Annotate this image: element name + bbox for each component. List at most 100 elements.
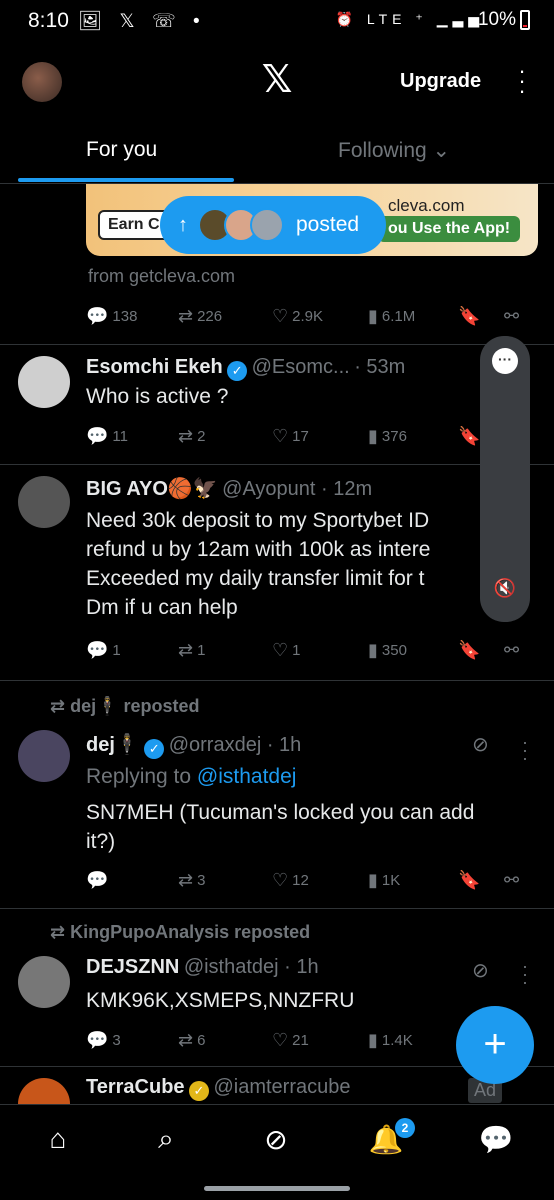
repost-button[interactable]: ⇄ 2 bbox=[178, 426, 205, 447]
views-button[interactable]: ▮ 376 bbox=[368, 426, 407, 447]
tab-following[interactable]: Following ⌄ bbox=[338, 138, 450, 163]
home-icon[interactable]: ⌂ bbox=[38, 1123, 78, 1155]
gesture-bar bbox=[204, 1186, 350, 1191]
bookmark-button[interactable]: 🔖 bbox=[458, 640, 480, 661]
reply-button[interactable]: 💬 bbox=[86, 870, 112, 891]
author-name[interactable]: DEJSZNN bbox=[86, 956, 179, 978]
grok-icon[interactable]: ⊘ bbox=[472, 958, 489, 983]
tab-for-you[interactable]: For you bbox=[86, 138, 157, 162]
divider bbox=[0, 908, 554, 909]
share-button[interactable]: ⚯ bbox=[504, 306, 519, 327]
post-header: dej🕴 ✓ @orraxdej · 1h bbox=[86, 732, 301, 759]
bookmark-icon: 🔖 bbox=[458, 426, 481, 446]
reply-button[interactable]: 💬 11 bbox=[86, 426, 128, 447]
profile-avatar[interactable] bbox=[22, 62, 62, 102]
messages-icon[interactable]: 💬 bbox=[476, 1123, 516, 1156]
post-menu-icon[interactable]: · · · bbox=[520, 957, 530, 991]
repost-icon: ⇄ bbox=[178, 1030, 194, 1050]
post-menu-icon[interactable]: · · · bbox=[520, 733, 530, 767]
author-handle[interactable]: @iamterracube bbox=[213, 1076, 350, 1098]
repost-indicator: ⇄ KingPupoAnalysis reposted bbox=[50, 922, 311, 942]
repost-button[interactable]: ⇄ 6 bbox=[178, 1030, 205, 1051]
post-text[interactable]: KMK96K,XSMEPS,NNZFRU bbox=[86, 986, 506, 1015]
post-text[interactable]: Who is active ? bbox=[86, 382, 506, 411]
reply-icon: 💬 bbox=[86, 426, 109, 446]
reply-button[interactable]: 💬 1 bbox=[86, 640, 121, 661]
share-button[interactable]: ⚯ bbox=[504, 870, 519, 891]
compose-button[interactable]: + bbox=[456, 1006, 534, 1084]
author-name[interactable]: Esomchi Ekeh bbox=[86, 356, 223, 378]
grok-icon[interactable]: ⊘ bbox=[256, 1123, 296, 1156]
views-button[interactable]: ▮ 6.1M bbox=[368, 306, 415, 327]
author-handle[interactable]: @Esomc... bbox=[252, 356, 350, 378]
views-button[interactable]: ▮ 1K bbox=[368, 870, 400, 891]
post-header: TerraCube ✓ @iamterracube bbox=[86, 1076, 350, 1101]
post-text[interactable]: SN7MEH (Tucuman's locked you can add it?… bbox=[86, 798, 506, 856]
post-actions: 💬 138 ⇄ 226 ♡ 2.9K ▮ 6.1M 🔖 ⚯ bbox=[86, 306, 526, 330]
repost-button[interactable]: ⇄ 1 bbox=[178, 640, 205, 661]
battery-icon bbox=[520, 10, 530, 30]
share-button[interactable]: ⚯ bbox=[504, 640, 519, 661]
avatar[interactable] bbox=[18, 730, 70, 782]
post-actions: 💬 ⇄ 3 ♡ 12 ▮ 1K 🔖 ⚯ bbox=[86, 870, 526, 894]
notification-badge: 2 bbox=[395, 1118, 415, 1138]
bookmark-button[interactable]: 🔖 bbox=[458, 306, 480, 327]
new-posts-pill[interactable]: ↑ posted bbox=[160, 196, 386, 254]
heart-icon: ♡ bbox=[272, 306, 289, 326]
mute-icon[interactable]: 🔇 bbox=[492, 578, 518, 604]
notification-icons: 🖼 𝕏 ☏ • bbox=[78, 11, 206, 32]
views-button[interactable]: ▮ 350 bbox=[368, 640, 407, 661]
search-icon[interactable]: ⌕ bbox=[146, 1123, 186, 1156]
like-button[interactable]: ♡ 21 bbox=[272, 1030, 309, 1051]
more-icon[interactable]: ··· bbox=[492, 348, 518, 374]
post-time: · 53m bbox=[354, 356, 406, 378]
avatar[interactable] bbox=[18, 956, 70, 1008]
author-handle[interactable]: @isthatdej · 1h bbox=[184, 956, 319, 978]
reply-button[interactable]: 💬 138 bbox=[86, 306, 137, 327]
repost-icon: ⇄ bbox=[178, 870, 194, 890]
heart-icon: ♡ bbox=[272, 640, 289, 660]
author-name[interactable]: dej🕴 bbox=[86, 734, 140, 756]
repost-icon: ⇄ bbox=[178, 640, 194, 660]
grok-icon[interactable]: ⊘ bbox=[472, 732, 489, 757]
like-button[interactable]: ♡ 12 bbox=[272, 870, 309, 891]
avatar[interactable] bbox=[18, 476, 70, 528]
views-icon: ▮ bbox=[368, 1030, 378, 1050]
active-tab-indicator bbox=[18, 178, 234, 182]
clock: 8:10 bbox=[28, 9, 69, 32]
repost-icon: ⇄ bbox=[178, 306, 194, 326]
bookmark-button[interactable]: 🔖 bbox=[458, 870, 480, 891]
verified-gold-badge-icon: ✓ bbox=[189, 1081, 209, 1101]
more-menu-icon[interactable]: · · · bbox=[516, 60, 528, 102]
views-button[interactable]: ▮ 1.4K bbox=[368, 1030, 413, 1051]
bookmark-icon: 🔖 bbox=[458, 306, 481, 326]
repost-button[interactable]: ⇄ 226 bbox=[178, 306, 222, 327]
author-handle[interactable]: @Ayopunt · 12m bbox=[222, 478, 372, 500]
arrow-up-icon: ↑ bbox=[178, 213, 188, 236]
repost-icon: ⇄ bbox=[178, 426, 194, 446]
avatar[interactable] bbox=[18, 356, 70, 408]
verified-badge-icon: ✓ bbox=[227, 361, 248, 381]
upgrade-button[interactable]: Upgrade bbox=[400, 70, 481, 93]
post-text[interactable]: Need 30k deposit to my Sportybet ID refu… bbox=[86, 506, 478, 624]
status-bar: 8:10 🖼 𝕏 ☏ • ⏰ LTE ⁺ ▁▃▅ 10% bbox=[0, 0, 554, 44]
replying-to-link[interactable]: @isthatdej bbox=[197, 765, 297, 788]
post-header: Esomchi Ekeh ✓ @Esomc... · 53m bbox=[86, 356, 405, 381]
like-button[interactable]: ♡ 1 bbox=[272, 640, 300, 661]
author-handle[interactable]: @orraxdej · 1h bbox=[169, 734, 302, 756]
x-logo-icon[interactable]: 𝕏 bbox=[260, 60, 294, 100]
author-name[interactable]: TerraCube bbox=[86, 1076, 185, 1098]
banner-site-text: cleva.com bbox=[388, 196, 465, 215]
ad-source-link[interactable]: from getcleva.com bbox=[88, 266, 235, 287]
reply-button[interactable]: 💬 3 bbox=[86, 1030, 121, 1051]
divider bbox=[0, 344, 554, 345]
author-name[interactable]: BIG AYO🏀🦅 bbox=[86, 478, 218, 500]
like-button[interactable]: ♡ 17 bbox=[272, 426, 309, 447]
views-icon: ▮ bbox=[368, 640, 378, 660]
divider bbox=[0, 464, 554, 465]
bookmark-button[interactable]: 🔖 bbox=[458, 426, 480, 447]
share-icon: ⚯ bbox=[504, 640, 520, 660]
repost-button[interactable]: ⇄ 3 bbox=[178, 870, 205, 891]
like-button[interactable]: ♡ 2.9K bbox=[272, 306, 323, 327]
signal-icons: ⏰ LTE ⁺ ▁▃▅ bbox=[335, 11, 484, 27]
